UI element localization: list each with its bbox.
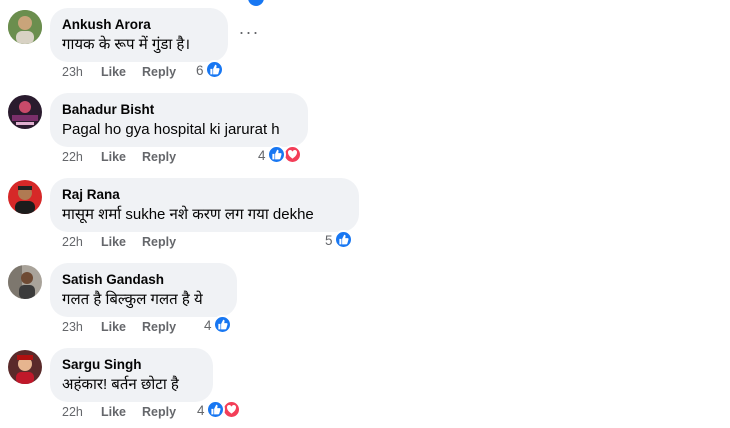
comment-time[interactable]: 22h (62, 403, 83, 421)
avatar[interactable] (8, 265, 42, 299)
comment-text: गलत है बिल्कुल गलत है ये (62, 291, 203, 308)
comment-item: Sargu Singh अहंकार! बर्तन छोटा है 22h Li… (0, 340, 730, 425)
reply-button[interactable]: Reply (142, 403, 176, 421)
like-icon (334, 230, 353, 249)
comment-text: मासूम शर्मा sukhe नशे करण लग गया dekhe (62, 206, 314, 223)
reaction-count: 4 (197, 403, 205, 418)
like-button[interactable]: Like (101, 318, 126, 336)
reaction-count: 6 (196, 63, 204, 78)
comment-text: Pagal ho gya hospital ki jarurat h (62, 121, 280, 138)
like-button[interactable]: Like (101, 148, 126, 166)
comment-bubble: Satish Gandash गलत है बिल्कुल गलत है ये (50, 263, 237, 317)
comment-time[interactable]: 22h (62, 233, 83, 251)
like-icon (205, 60, 224, 79)
comment-time[interactable]: 23h (62, 63, 83, 81)
comment-author[interactable]: Sargu Singh (62, 357, 201, 373)
comment-author[interactable]: Satish Gandash (62, 272, 225, 288)
reaction-count: 5 (325, 233, 333, 248)
comment-item: Bahadur Bisht Pagal ho gya hospital ki j… (0, 85, 730, 170)
like-icon (213, 315, 232, 334)
like-button[interactable]: Like (101, 63, 126, 81)
like-button[interactable]: Like (101, 403, 126, 421)
comment-author[interactable]: Ankush Arora (62, 17, 216, 33)
comment-text: गायक के रूप में गुंडा है। (62, 36, 191, 53)
avatar[interactable] (8, 350, 42, 384)
like-button[interactable]: Like (101, 233, 126, 251)
comment-text: अहंकार! बर्तन छोटा है (62, 376, 179, 393)
reaction-count: 4 (258, 148, 266, 163)
comment-item: Satish Gandash गलत है बिल्कुल गलत है ये … (0, 255, 730, 340)
comment-time[interactable]: 23h (62, 318, 83, 336)
reply-button[interactable]: Reply (142, 63, 176, 81)
avatar[interactable] (8, 180, 42, 214)
comment-author[interactable]: Bahadur Bisht (62, 102, 296, 118)
comment-bubble: Bahadur Bisht Pagal ho gya hospital ki j… (50, 93, 308, 147)
reply-button[interactable]: Reply (142, 233, 176, 251)
comment-item: Raj Rana मासूम शर्मा sukhe नशे करण लग गय… (0, 170, 730, 255)
like-icon (267, 145, 286, 164)
reply-button[interactable]: Reply (142, 148, 176, 166)
like-icon (206, 400, 225, 419)
comment-author[interactable]: Raj Rana (62, 187, 347, 203)
comment-item: Ankush Arora गायक के रूप में गुंडा है। ·… (0, 0, 730, 85)
comment-bubble: Raj Rana मासूम शर्मा sukhe नशे करण लग गय… (50, 178, 359, 232)
comment-bubble: Sargu Singh अहंकार! बर्तन छोटा है (50, 348, 213, 402)
reaction-count: 4 (204, 318, 212, 333)
more-options-icon[interactable]: ··· (235, 23, 263, 48)
avatar[interactable] (8, 95, 42, 129)
comment-time[interactable]: 22h (62, 148, 83, 166)
comment-bubble: Ankush Arora गायक के रूप में गुंडा है। (50, 8, 228, 62)
reply-button[interactable]: Reply (142, 318, 176, 336)
avatar[interactable] (8, 10, 42, 44)
